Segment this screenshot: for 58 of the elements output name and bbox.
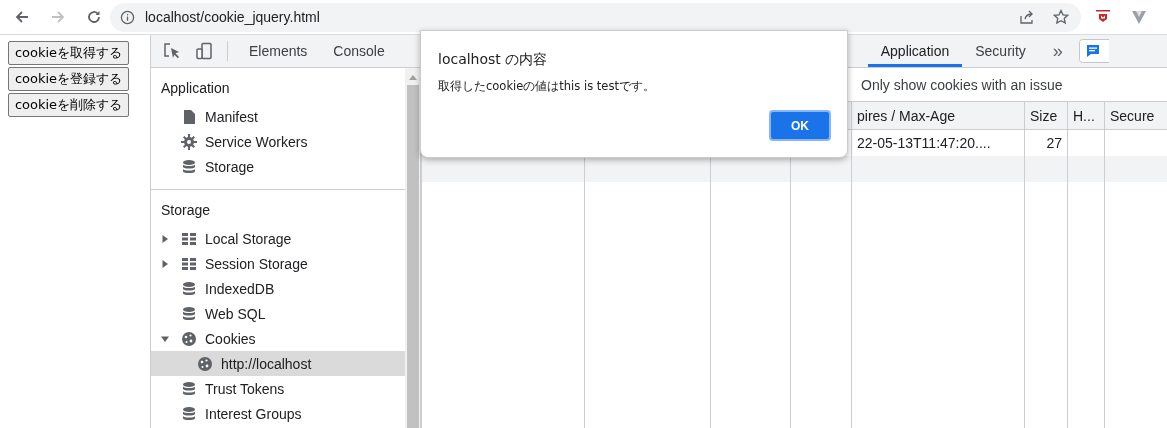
column-header[interactable]: pires / Max-Age bbox=[857, 107, 956, 124]
grid-icon bbox=[181, 255, 197, 272]
grid-icon bbox=[181, 230, 197, 247]
issues-icon[interactable] bbox=[1078, 39, 1109, 63]
dialog-title: localhost の内容 bbox=[438, 51, 549, 69]
file-icon bbox=[181, 108, 197, 125]
devtools-tab[interactable]: Security bbox=[962, 35, 1039, 67]
sidebar-item[interactable]: Manifest bbox=[151, 104, 405, 129]
database-icon bbox=[181, 380, 197, 397]
url-text: localhost/cookie_jquery.html bbox=[145, 9, 320, 25]
star-icon[interactable] bbox=[1053, 9, 1069, 25]
disclosure-triangle-icon[interactable] bbox=[161, 234, 169, 243]
table-cell: 27 bbox=[1046, 135, 1062, 151]
tree-item[interactable]: Web SQL bbox=[151, 301, 405, 326]
column-header[interactable]: H... bbox=[1073, 107, 1095, 124]
reload-icon[interactable] bbox=[86, 9, 102, 25]
devtools-tab[interactable]: Console bbox=[320, 35, 398, 67]
page-button[interactable]: cookieを削除する bbox=[8, 93, 129, 117]
address-bar[interactable]: localhost/cookie_jquery.html bbox=[110, 2, 1081, 32]
tree-item[interactable]: Trust Tokens bbox=[151, 376, 405, 401]
section-heading: Storage bbox=[160, 202, 212, 220]
column-header[interactable]: Secure bbox=[1110, 107, 1155, 124]
gear-icon bbox=[181, 133, 197, 150]
sidebar-item[interactable]: Storage bbox=[151, 154, 405, 179]
database-icon bbox=[181, 305, 197, 322]
filter-checkbox-label[interactable]: Only show cookies with an issue bbox=[861, 76, 1063, 93]
table-cell: 22-05-13T11:47:20.... bbox=[857, 135, 991, 151]
tree-item[interactable]: Local Storage bbox=[151, 226, 405, 251]
database-icon bbox=[181, 280, 197, 297]
shield-icon[interactable] bbox=[1095, 9, 1111, 25]
info-icon[interactable] bbox=[120, 9, 135, 25]
back-icon[interactable] bbox=[14, 9, 30, 25]
device-icon[interactable] bbox=[195, 42, 213, 60]
page-button[interactable]: cookieを登録する bbox=[8, 67, 129, 91]
database-icon bbox=[181, 158, 197, 175]
cookie-icon bbox=[181, 330, 197, 347]
tree-item[interactable]: http://localhost bbox=[151, 351, 405, 376]
ok-button[interactable]: OK bbox=[769, 110, 831, 141]
devtools-tab[interactable]: Elements bbox=[236, 35, 321, 67]
page-button[interactable]: cookieを取得する bbox=[8, 41, 129, 65]
inspect-icon[interactable] bbox=[163, 42, 181, 60]
cookie-icon bbox=[197, 355, 213, 372]
share-icon[interactable] bbox=[1019, 9, 1035, 25]
tree-item[interactable]: Session Storage bbox=[151, 251, 405, 276]
scrollbar[interactable] bbox=[405, 68, 421, 428]
tree-item[interactable]: IndexedDB bbox=[151, 276, 405, 301]
column-header[interactable]: Size bbox=[1030, 107, 1058, 124]
tree-item[interactable]: Interest Groups bbox=[151, 401, 405, 426]
tree-item[interactable]: Cookies bbox=[151, 326, 405, 351]
more-tabs-button[interactable]: » bbox=[1038, 35, 1077, 67]
disclosure-triangle-icon[interactable] bbox=[161, 259, 169, 268]
extension-icon[interactable] bbox=[1131, 9, 1147, 25]
dialog-message: 取得したcookieの値はthis is testです。 bbox=[438, 79, 656, 94]
disclosure-triangle-icon[interactable] bbox=[161, 334, 169, 343]
devtools-tab[interactable]: Application bbox=[867, 35, 963, 67]
database-icon bbox=[181, 405, 197, 422]
section-heading: Application bbox=[160, 80, 231, 98]
sidebar-item[interactable]: Service Workers bbox=[151, 129, 405, 154]
